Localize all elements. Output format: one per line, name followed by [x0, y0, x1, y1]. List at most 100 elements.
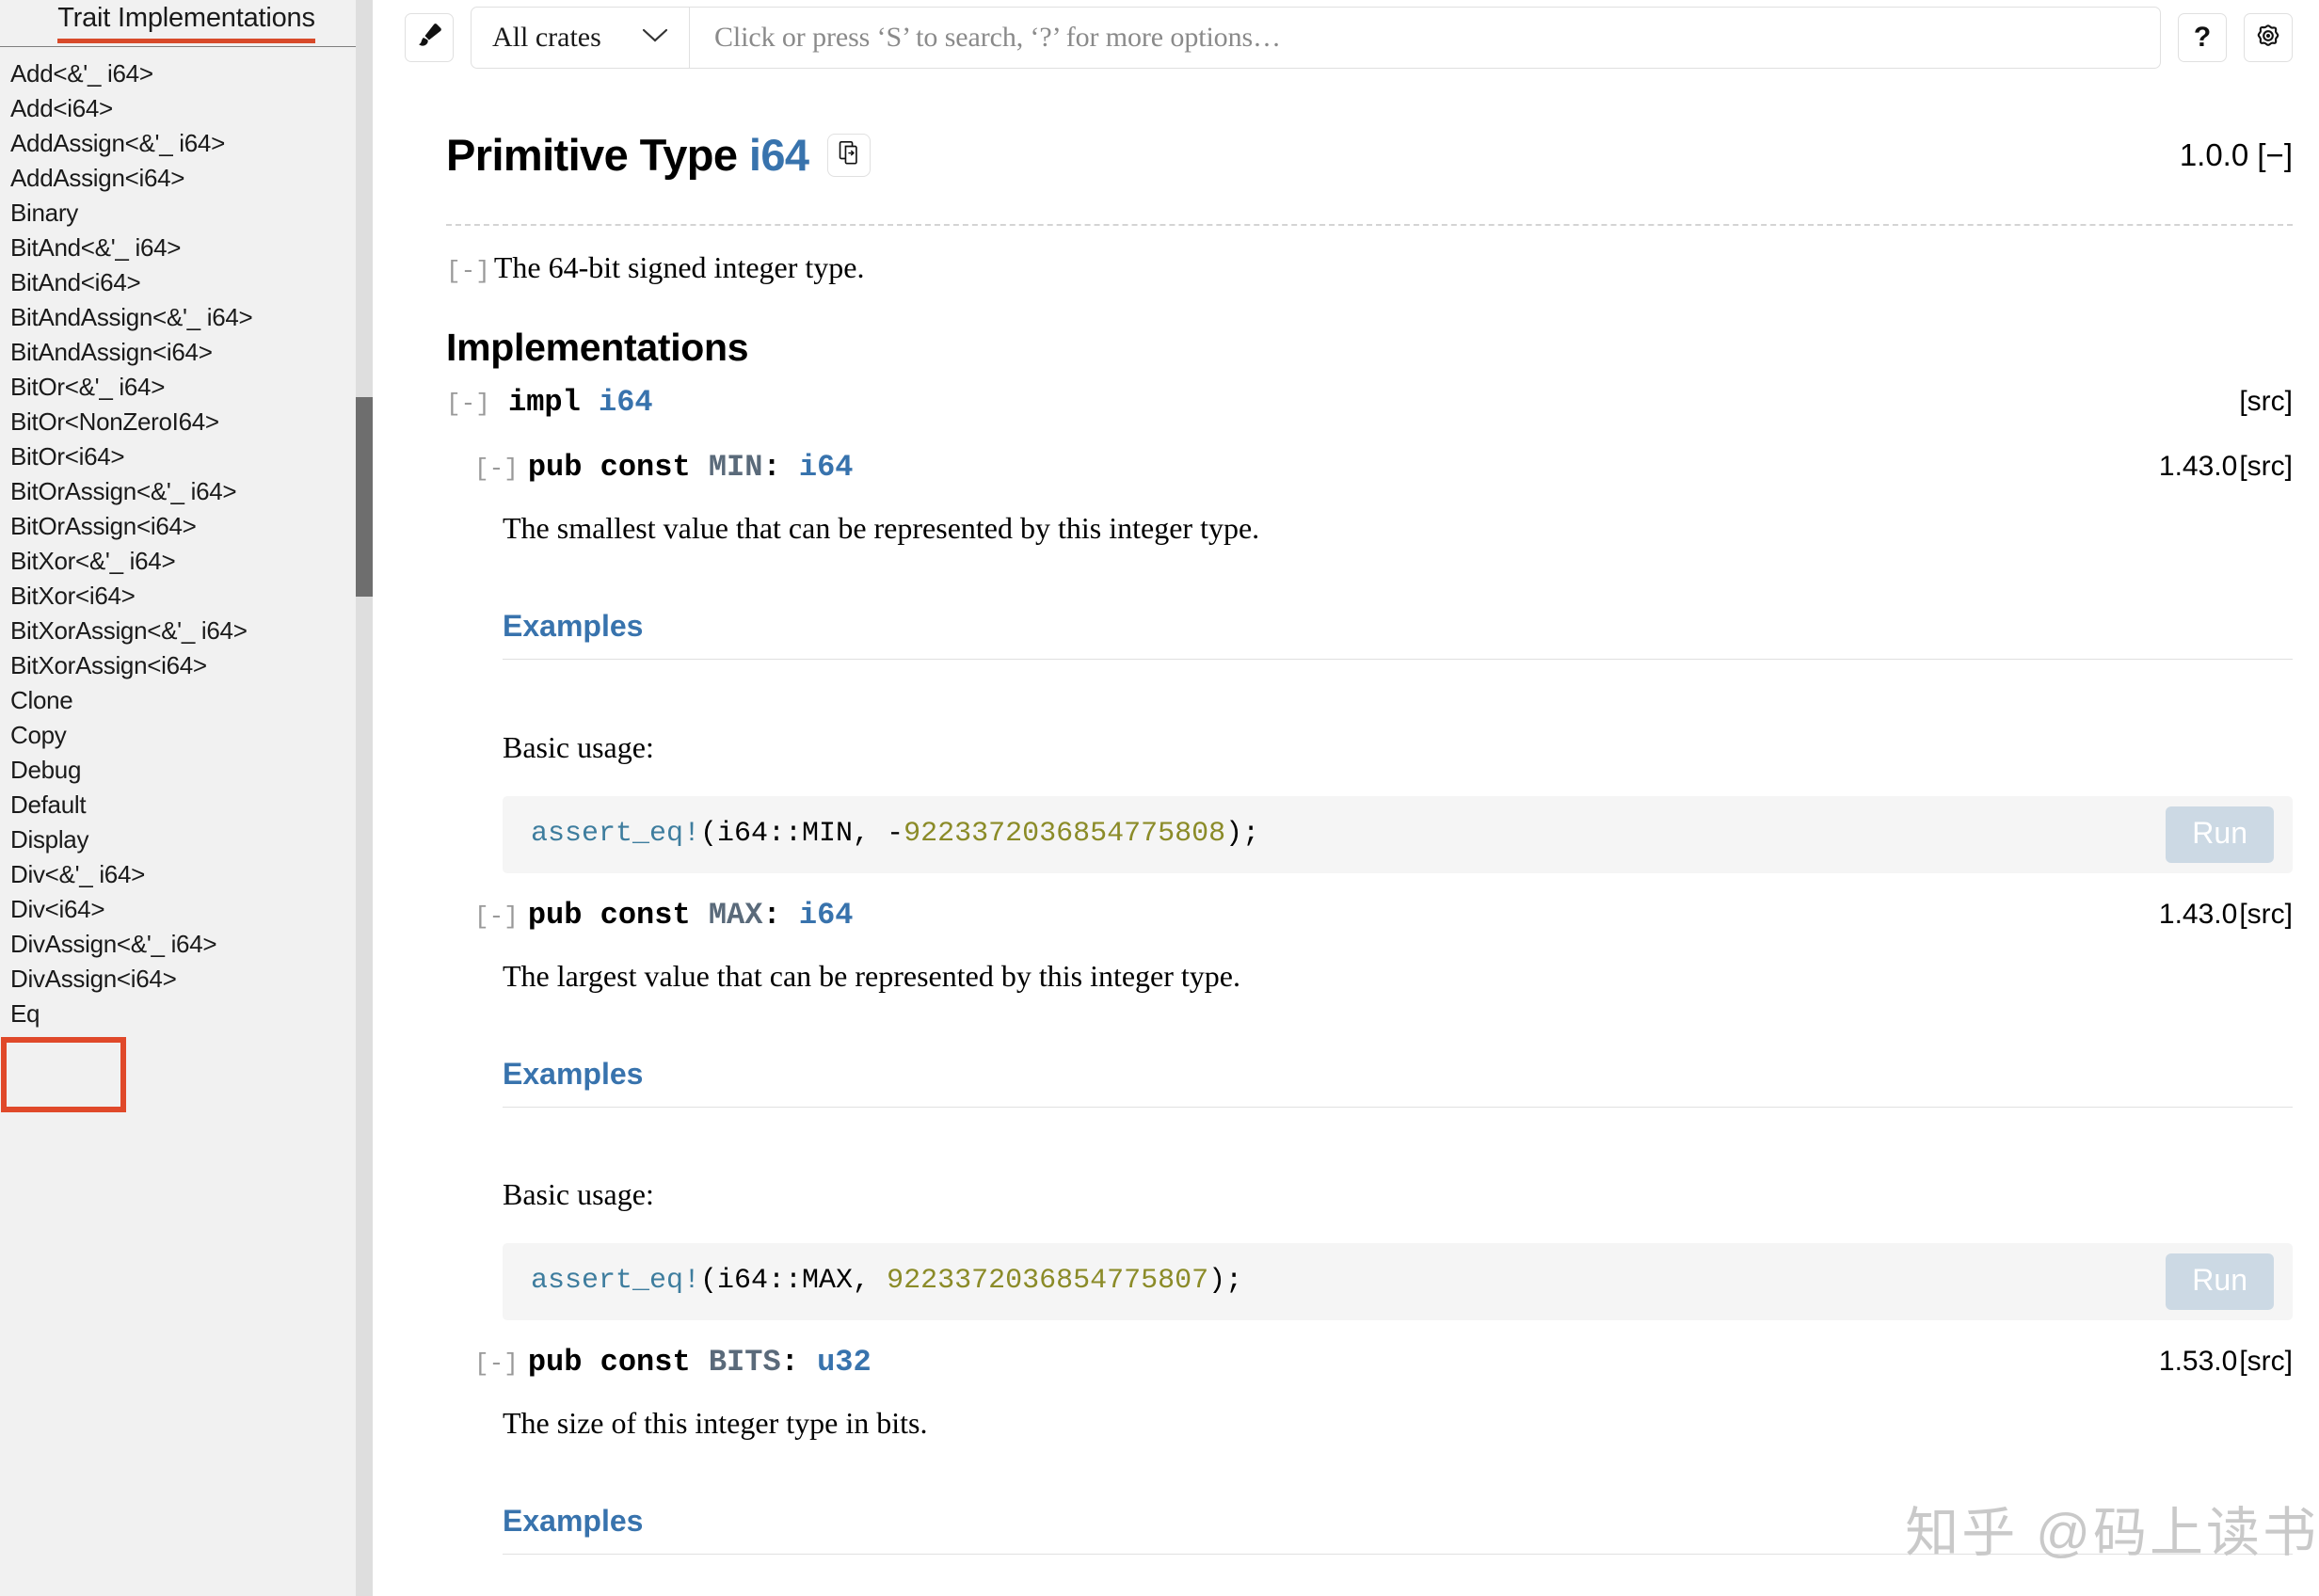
const-header-max: [-] pub const MAX: i64 1.43.0 [src]	[474, 898, 2293, 933]
collapse-toggle[interactable]: [−]	[2257, 137, 2293, 172]
help-button[interactable]: ?	[2178, 13, 2227, 62]
doc-content: Primitive Type i64 1.0.0 [−] [-] The 64-b…	[373, 75, 2319, 1595]
const-signature-min: pub const MIN: i64	[527, 449, 854, 485]
version-number: 1.0.0	[2179, 136, 2249, 172]
description-toggle[interactable]: [-]	[446, 257, 490, 285]
const-keyword-min: pub const	[527, 449, 691, 485]
const-toggle-max[interactable]: [-]	[474, 902, 519, 931]
gear-icon	[2253, 21, 2283, 56]
sidebar-item-add-i64[interactable]: Add<i64>	[0, 91, 356, 126]
sidebar-item-divassign-i64[interactable]: DivAssign<i64>	[0, 962, 356, 997]
crate-filter-select[interactable]: All crates	[472, 8, 690, 68]
page-title-type: i64	[748, 130, 809, 181]
const-body-max: The largest value that can be represente…	[474, 957, 2293, 1321]
trait-implementations-list: Add<&'_ i64> Add<i64> AddAssign<&'_ i64>…	[0, 49, 356, 1031]
search-placeholder: Click or press ‘S’ to search, ‘?’ for mo…	[714, 22, 1281, 53]
sidebar-item-clone[interactable]: Clone	[0, 683, 356, 718]
copy-path-button[interactable]	[827, 133, 872, 177]
sidebar-item-copy[interactable]: Copy	[0, 718, 356, 753]
search-bar: All crates Click or press ‘S’ to search,…	[471, 7, 2161, 69]
const-src-link-bits[interactable]: [src]	[2239, 1346, 2293, 1378]
sidebar-item-bitxorassign-i64[interactable]: BitXorAssign<i64>	[0, 648, 356, 683]
sidebar: Trait Implementations Add<&'_ i64> Add<i…	[0, 0, 373, 1596]
impl-block: [-] impl i64 [src] [-] pub const MIN: i6…	[446, 385, 2293, 1595]
main-content: All crates Click or press ‘S’ to search,…	[373, 0, 2319, 1596]
sidebar-item-add-ref-i64[interactable]: Add<&'_ i64>	[0, 56, 356, 91]
sidebar-header: Trait Implementations	[0, 0, 373, 46]
code-suffix-min: );	[1225, 817, 1260, 850]
const-block-bits: [-] pub const BITS: u32 1.53.0 [src] The …	[446, 1345, 2293, 1595]
const-since-min: 1.43.0	[2158, 450, 2238, 482]
run-button-max[interactable]: Run	[2166, 1253, 2274, 1311]
basic-usage-label-min: Basic usage:	[503, 729, 654, 764]
sidebar-item-display[interactable]: Display	[0, 822, 356, 857]
const-block-min: [-] pub const MIN: i64 1.43.0 [src] The s…	[446, 450, 2293, 873]
sidebar-item-div-ref-i64[interactable]: Div<&'_ i64>	[0, 857, 356, 892]
search-input[interactable]: Click or press ‘S’ to search, ‘?’ for mo…	[690, 8, 2160, 68]
sidebar-item-addassign-i64[interactable]: AddAssign<i64>	[0, 161, 356, 196]
stability-version[interactable]: 1.0.0 [−]	[2180, 137, 2293, 173]
impl-toggle[interactable]: [-]	[446, 390, 497, 418]
run-button-min[interactable]: Run	[2166, 806, 2274, 863]
code-macro-min: assert_eq!	[531, 817, 701, 850]
examples-heading-min[interactable]: Examples	[503, 609, 2293, 660]
sidebar-item-divassign-ref-i64[interactable]: DivAssign<&'_ i64>	[0, 927, 356, 962]
copy-path-icon	[838, 140, 860, 169]
theme-picker-button[interactable]	[405, 13, 454, 62]
const-toggle-bits[interactable]: [-]	[474, 1349, 519, 1378]
basic-usage-label-max: Basic usage:	[503, 1177, 654, 1212]
sidebar-item-eq[interactable]: Eq	[0, 997, 356, 1031]
sidebar-item-bitand-i64[interactable]: BitAnd<i64>	[0, 265, 356, 300]
const-name-max: MAX	[708, 897, 763, 933]
sidebar-item-bitandassign-ref-i64[interactable]: BitAndAssign<&'_ i64>	[0, 300, 356, 335]
sidebar-item-bitxor-i64[interactable]: BitXor<i64>	[0, 579, 356, 614]
const-toggle-min[interactable]: [-]	[474, 455, 519, 483]
impl-signature: impl i64	[508, 385, 653, 420]
const-header-min: [-] pub const MIN: i64 1.43.0 [src]	[474, 450, 2293, 485]
sidebar-item-debug[interactable]: Debug	[0, 753, 356, 788]
const-doc-max: The largest value that can be represente…	[503, 958, 1240, 993]
settings-button[interactable]	[2244, 13, 2293, 62]
sidebar-item-bitorassign-i64[interactable]: BitOrAssign<i64>	[0, 509, 356, 544]
const-doc-bits: The size of this integer type in bits.	[503, 1406, 928, 1441]
page-title-prefix: Primitive Type	[446, 130, 738, 181]
description-text: The 64-bit signed integer type.	[493, 249, 865, 284]
impl-type: i64	[599, 384, 653, 420]
page-title-row: Primitive Type i64 1.0.0 [−]	[446, 75, 2293, 226]
sidebar-item-bitor-nonzeroi64[interactable]: BitOr<NonZeroI64>	[0, 405, 356, 439]
sidebar-item-bitor-i64[interactable]: BitOr<i64>	[0, 439, 356, 474]
sidebar-item-default[interactable]: Default	[0, 788, 356, 822]
sidebar-item-binary[interactable]: Binary	[0, 196, 356, 231]
sidebar-title: Trait Implementations	[57, 2, 315, 43]
const-src-link-min[interactable]: [src]	[2239, 451, 2293, 483]
sidebar-item-bitandassign-i64[interactable]: BitAndAssign<i64>	[0, 335, 356, 370]
impl-src-link[interactable]: [src]	[2239, 386, 2293, 418]
sidebar-item-bitand-ref-i64[interactable]: BitAnd<&'_ i64>	[0, 231, 356, 265]
const-since-max: 1.43.0	[2158, 898, 2238, 930]
sidebar-item-bitor-ref-i64[interactable]: BitOr<&'_ i64>	[0, 370, 356, 405]
paintbrush-icon	[415, 22, 443, 55]
sidebar-scrollbar-thumb[interactable]	[356, 397, 373, 597]
const-keyword-bits: pub const	[527, 1345, 691, 1381]
sidebar-item-addassign-ref-i64[interactable]: AddAssign<&'_ i64>	[0, 126, 356, 161]
code-line-max: assert_eq!(i64::MAX, 9223372036854775807…	[531, 1264, 2268, 1298]
const-signature-max: pub const MAX: i64	[527, 897, 854, 933]
examples-heading-max[interactable]: Examples	[503, 1057, 2293, 1108]
sidebar-item-div-i64[interactable]: Div<i64>	[0, 892, 356, 927]
examples-heading-bits[interactable]: Examples	[503, 1504, 2293, 1556]
code-suffix-max: );	[1208, 1265, 1243, 1298]
sidebar-item-bitxor-ref-i64[interactable]: BitXor<&'_ i64>	[0, 544, 356, 579]
code-number-min: 9223372036854775808	[904, 817, 1226, 850]
const-src-link-max[interactable]: [src]	[2239, 899, 2293, 931]
question-mark-icon: ?	[2193, 22, 2212, 53]
crate-filter-label: All crates	[492, 22, 601, 53]
implementations-heading: Implementations	[446, 325, 749, 369]
sidebar-scrollbar-track[interactable]	[356, 0, 373, 1596]
const-body-bits: The size of this integer type in bits. E…	[474, 1404, 2293, 1595]
sidebar-item-bitorassign-ref-i64[interactable]: BitOrAssign<&'_ i64>	[0, 474, 356, 509]
top-toolbar: All crates Click or press ‘S’ to search,…	[373, 0, 2319, 75]
sidebar-divider	[0, 46, 358, 47]
const-header-bits: [-] pub const BITS: u32 1.53.0 [src]	[474, 1345, 2293, 1380]
chevron-down-icon	[642, 27, 668, 49]
sidebar-item-bitxorassign-ref-i64[interactable]: BitXorAssign<&'_ i64>	[0, 614, 356, 648]
